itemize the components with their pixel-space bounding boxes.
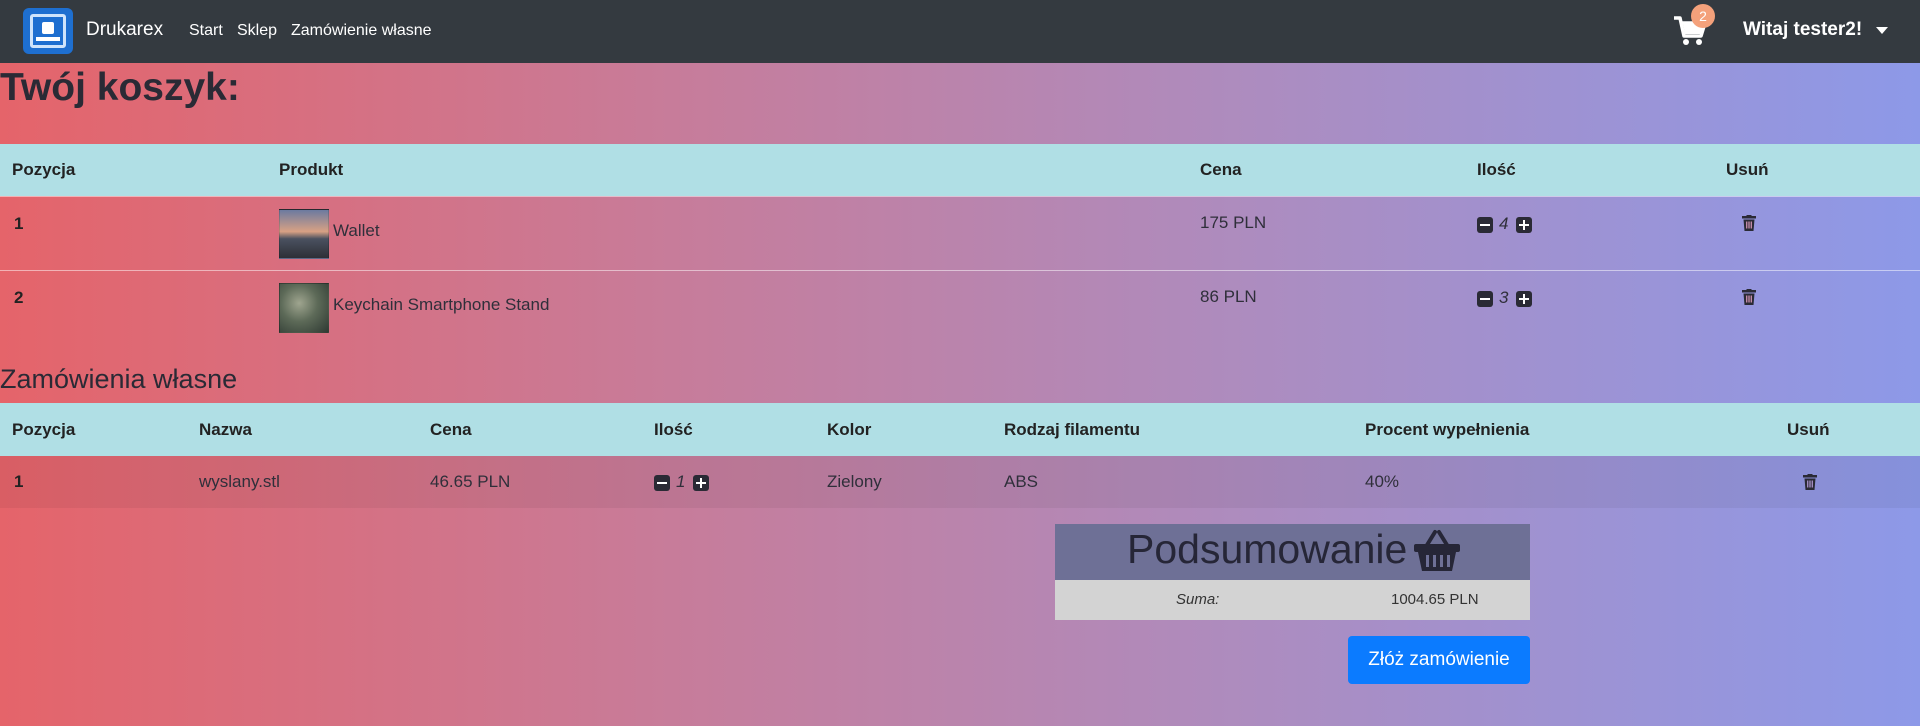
minus-square-icon[interactable] — [654, 475, 670, 491]
cart-title: Twój koszyk: — [0, 66, 240, 109]
quantity-value: 4 — [1499, 214, 1509, 233]
col-price: Cena — [430, 420, 472, 439]
custom-fill-percent: 40% — [1365, 472, 1400, 491]
product-name[interactable]: Keychain Smartphone Stand — [333, 295, 549, 315]
caret-down-icon[interactable] — [1876, 27, 1888, 34]
product-price: 86 PLN — [1200, 287, 1257, 306]
col-quantity: Ilość — [654, 420, 693, 439]
summary-title: Podsumowanie — [1127, 526, 1408, 572]
printer-logo-icon[interactable] — [23, 8, 73, 54]
col-product: Produkt — [279, 160, 344, 179]
custom-price: 46.65 PLN — [430, 472, 511, 491]
cart-row-position: 2 — [14, 288, 24, 307]
place-order-button[interactable]: Złóż zamówienie — [1348, 636, 1530, 684]
plus-square-icon[interactable] — [1516, 291, 1532, 307]
custom-orders-title: Zamówienia własne — [0, 364, 238, 394]
summary-header: Podsumowanie — [1055, 524, 1530, 580]
col-filament: Rodzaj filamentu — [1004, 420, 1141, 439]
product-thumbnail[interactable] — [279, 209, 329, 259]
cart-count-badge: 2 — [1691, 4, 1715, 28]
product-name[interactable]: Wallet — [333, 221, 380, 241]
brand-name[interactable]: Drukarex — [86, 19, 163, 41]
summary-body: Suma: 1004.65 PLN — [1055, 580, 1530, 620]
custom-orders-table-header: Pozycja Nazwa Cena Ilość Kolor Rodzaj fi… — [0, 403, 1920, 456]
product-thumbnail[interactable] — [279, 283, 329, 333]
product-price: 175 PLN — [1200, 213, 1267, 232]
quantity-value: 3 — [1499, 288, 1509, 307]
nav-link-shop[interactable]: Sklep — [237, 22, 277, 40]
basket-icon — [1414, 530, 1460, 571]
col-remove: Usuń — [1726, 160, 1769, 179]
col-position: Pozycja — [12, 420, 76, 439]
col-remove: Usuń — [1787, 420, 1830, 439]
custom-filament: ABS — [1004, 472, 1039, 491]
navbar: Drukarex Start Sklep Zamówienie własne 2… — [0, 0, 1920, 63]
cart-table-header: Pozycja Produkt Cena Ilość Usuń — [0, 144, 1920, 196]
sum-label: Suma: — [1176, 591, 1220, 608]
custom-file-name: wyslany.stl — [199, 472, 280, 491]
sum-value: 1004.65 PLN — [1391, 591, 1479, 608]
col-price: Cena — [1200, 160, 1242, 179]
minus-square-icon[interactable] — [1477, 217, 1493, 233]
nav-link-start[interactable]: Start — [189, 22, 223, 40]
nav-link-custom-order[interactable]: Zamówienie własne — [291, 22, 432, 40]
trash-icon[interactable] — [1742, 289, 1756, 305]
custom-row-position: 1 — [14, 472, 24, 491]
col-fill-percent: Procent wypełnienia — [1365, 420, 1530, 439]
custom-color: Zielony — [827, 472, 882, 491]
plus-square-icon[interactable] — [1516, 217, 1532, 233]
table-row: 1 wyslany.stl 46.65 PLN 1 Zielony ABS 40… — [0, 456, 1920, 508]
col-quantity: Ilość — [1477, 160, 1516, 179]
plus-square-icon[interactable] — [693, 475, 709, 491]
trash-icon[interactable] — [1742, 215, 1756, 231]
table-row: 2 Keychain Smartphone Stand 86 PLN 3 — [0, 271, 1920, 344]
trash-icon[interactable] — [1803, 474, 1817, 490]
cart-row-position: 1 — [14, 214, 24, 233]
user-menu[interactable]: Witaj tester2! — [1743, 19, 1862, 41]
minus-square-icon[interactable] — [1477, 291, 1493, 307]
quantity-value: 1 — [676, 472, 686, 491]
col-color: Kolor — [827, 420, 872, 439]
table-row: 1 Wallet 175 PLN 4 — [0, 197, 1920, 270]
col-position: Pozycja — [12, 160, 76, 179]
col-name: Nazwa — [199, 420, 252, 439]
